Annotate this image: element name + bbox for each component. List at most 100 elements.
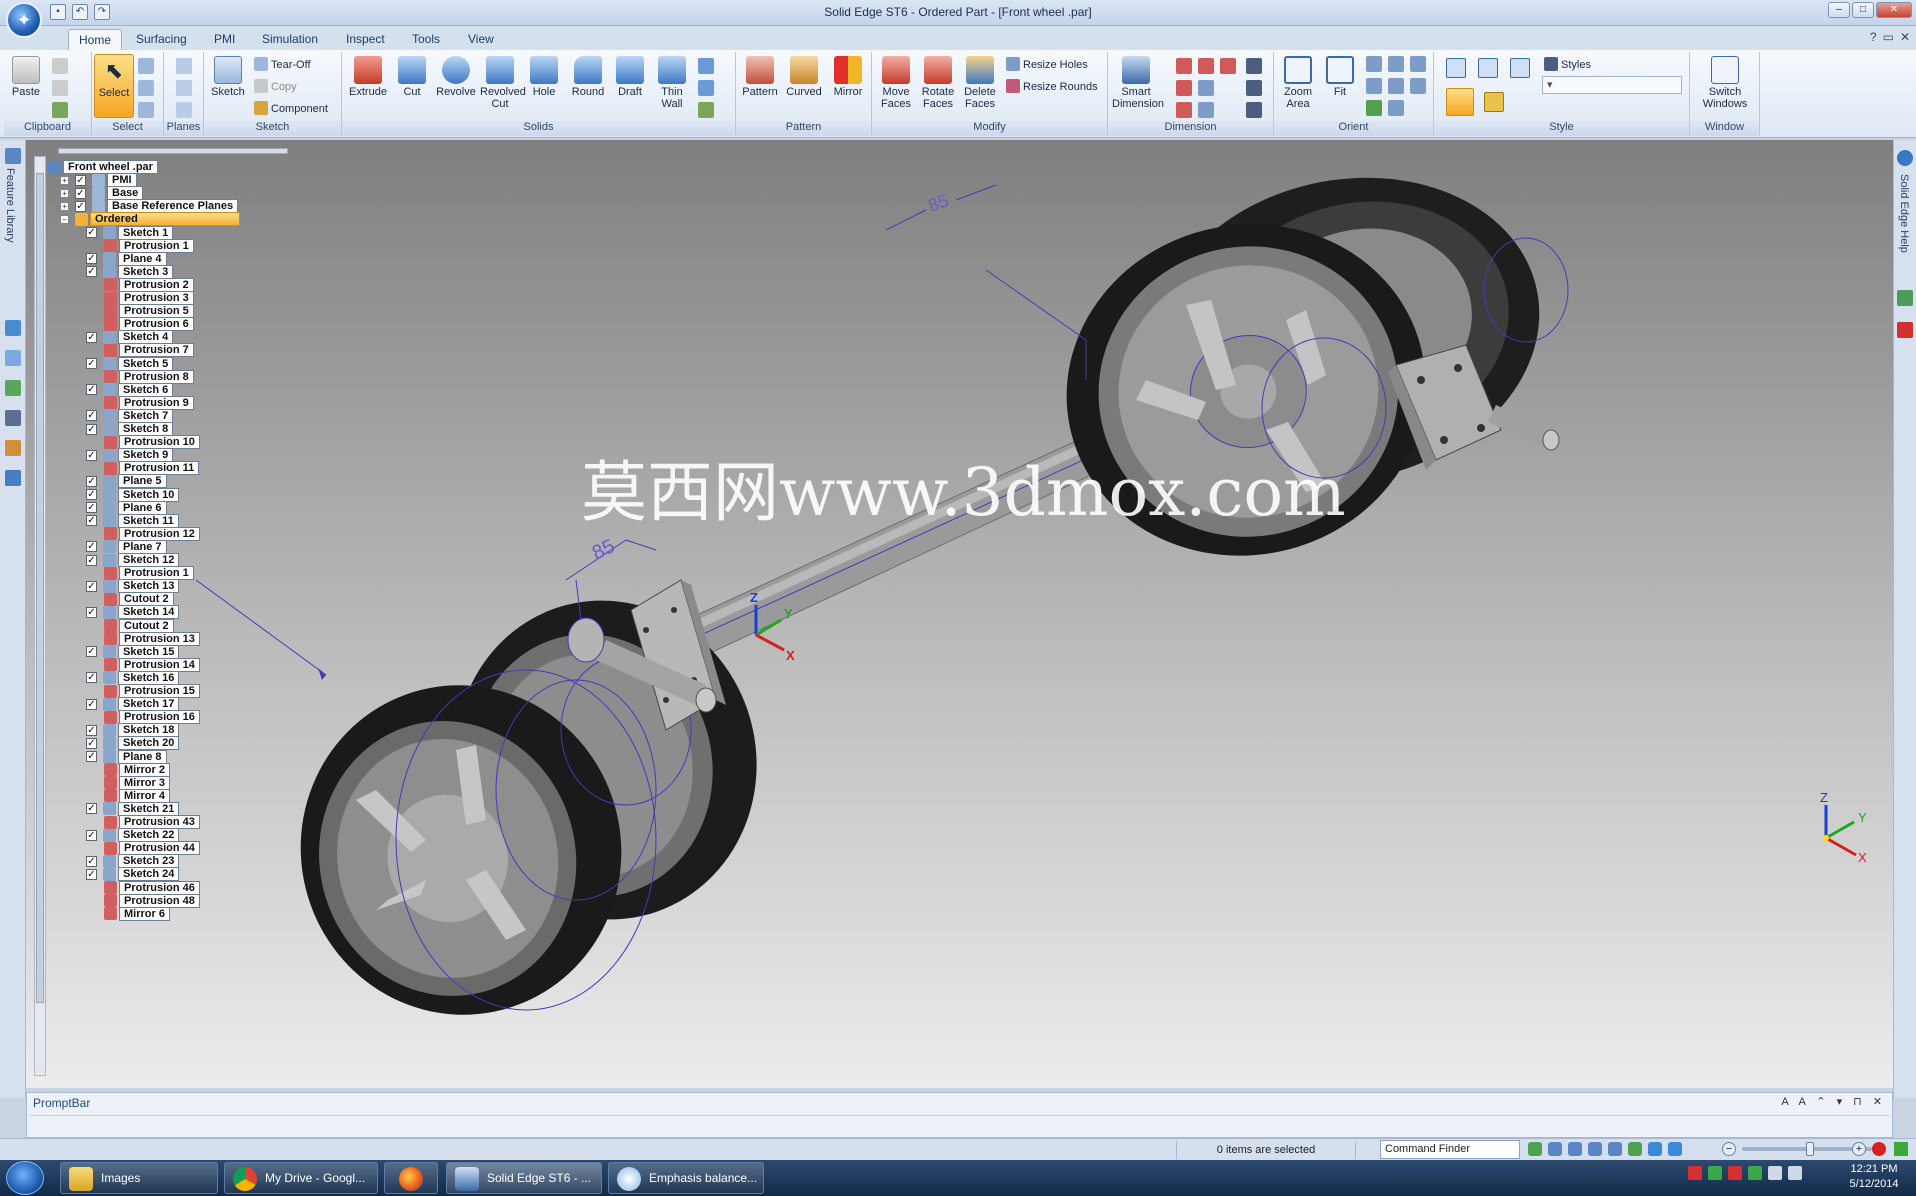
view-frame-icon[interactable] bbox=[1388, 100, 1404, 116]
cut-button[interactable]: Cut bbox=[392, 54, 432, 98]
tree-visibility-checkbox[interactable]: ✓ bbox=[86, 410, 97, 422]
taskbar-item-firefox[interactable] bbox=[384, 1162, 438, 1194]
tree-node[interactable]: ✓ Sketch 10 bbox=[86, 487, 180, 502]
tree-visibility-checkbox[interactable]: ✓ bbox=[86, 449, 97, 461]
plane-normal-icon[interactable] bbox=[176, 102, 192, 118]
refresh-view-icon[interactable] bbox=[1366, 100, 1382, 116]
tree-visibility-checkbox[interactable]: ✓ bbox=[86, 489, 97, 500]
cut-icon[interactable] bbox=[52, 58, 68, 74]
dimension-icon-4[interactable] bbox=[1176, 80, 1192, 96]
tree-node[interactable]: Protrusion 10 bbox=[104, 435, 200, 450]
tree-node[interactable]: Protrusion 8 bbox=[104, 369, 194, 384]
tree-expander-icon[interactable]: + bbox=[60, 201, 69, 211]
dimension-icon-3[interactable] bbox=[1220, 58, 1236, 74]
tree-visibility-checkbox[interactable]: ✓ bbox=[86, 855, 97, 867]
help-tab-icon[interactable] bbox=[1897, 150, 1913, 166]
tree-node[interactable]: ✓ Plane 7 bbox=[86, 539, 167, 554]
tree-node[interactable]: Mirror 2 bbox=[104, 762, 170, 777]
revolve-button[interactable]: Revolve bbox=[436, 54, 476, 98]
tab-pmi[interactable]: PMI bbox=[204, 29, 245, 50]
tree-node[interactable]: ✓ Sketch 18 bbox=[86, 723, 180, 738]
tree-node[interactable]: − Ordered bbox=[60, 212, 240, 227]
tree-node[interactable]: Protrusion 9 bbox=[104, 395, 194, 410]
tree-node[interactable]: Cutout 2 bbox=[104, 618, 174, 633]
tree-node[interactable]: Protrusion 48 bbox=[104, 893, 200, 908]
tray-flag-icon[interactable] bbox=[1728, 1166, 1742, 1180]
feature-library-tab[interactable]: Feature Library bbox=[4, 168, 16, 243]
tree-visibility-checkbox[interactable]: ✓ bbox=[75, 200, 86, 212]
tree-visibility-checkbox[interactable]: ✓ bbox=[75, 187, 86, 199]
feature-tab-icon[interactable] bbox=[5, 410, 21, 426]
select-filter-icon[interactable] bbox=[138, 80, 154, 96]
tree-scroll-thumb[interactable] bbox=[36, 173, 44, 1003]
command-finder-input[interactable]: Command Finder bbox=[1380, 1140, 1520, 1159]
tree-visibility-checkbox[interactable]: ✓ bbox=[86, 384, 97, 396]
tree-node[interactable]: ✓ Plane 6 bbox=[86, 500, 167, 515]
tree-visibility-checkbox[interactable]: ✓ bbox=[86, 724, 97, 736]
view-side-icon[interactable] bbox=[1510, 58, 1530, 78]
component-button[interactable]: Component bbox=[254, 100, 328, 118]
taskbar-item-chrome[interactable]: My Drive - Googl... bbox=[224, 1162, 378, 1194]
tree-node[interactable]: ✓ Sketch 20 bbox=[86, 736, 180, 751]
minimize-button[interactable]: – bbox=[1828, 2, 1850, 18]
select-button[interactable]: ⬉ Select bbox=[94, 54, 134, 118]
tree-node[interactable]: ✓ Sketch 8 bbox=[86, 422, 174, 436]
font-size-up-icon[interactable] bbox=[1246, 80, 1262, 96]
tree-node[interactable]: Protrusion 14 bbox=[104, 657, 200, 672]
tree-visibility-checkbox[interactable]: ✓ bbox=[86, 227, 97, 238]
tree-visibility-checkbox[interactable]: ✓ bbox=[86, 358, 97, 369]
sketch-button[interactable]: Sketch bbox=[208, 54, 248, 98]
taskbar-item-solid-edge[interactable]: Solid Edge ST6 - ... bbox=[446, 1162, 602, 1194]
tray-sync-icon[interactable] bbox=[1748, 1166, 1762, 1180]
tree-visibility-checkbox[interactable]: ✓ bbox=[86, 646, 97, 658]
youtube-icon[interactable] bbox=[1897, 322, 1913, 338]
paste-button[interactable]: Paste bbox=[6, 54, 46, 98]
dimension-text-icon[interactable] bbox=[1246, 58, 1262, 74]
copy-icon[interactable] bbox=[52, 80, 68, 96]
tree-node[interactable]: ✓ Plane 5 bbox=[86, 474, 167, 489]
dimension-icon-2[interactable] bbox=[1198, 58, 1214, 74]
tree-node[interactable]: Mirror 4 bbox=[104, 788, 170, 803]
family-parts-tab-icon[interactable] bbox=[5, 380, 21, 396]
pattern-button[interactable]: Pattern bbox=[740, 54, 780, 98]
view-extra-icon[interactable] bbox=[1410, 78, 1426, 94]
tree-node[interactable]: ✓ Sketch 6 bbox=[86, 382, 174, 397]
fit-button[interactable]: Fit bbox=[1320, 54, 1360, 98]
sensors-tab-icon[interactable] bbox=[5, 350, 21, 366]
tree-node[interactable]: Protrusion 16 bbox=[104, 710, 200, 725]
plane-angle-icon[interactable] bbox=[176, 80, 192, 96]
tree-node[interactable]: Protrusion 3 bbox=[104, 291, 194, 305]
tree-node[interactable]: ✓ Sketch 15 bbox=[86, 644, 180, 659]
tree-visibility-checkbox[interactable]: ✓ bbox=[86, 803, 97, 815]
solids-extra-icon-3[interactable] bbox=[698, 102, 714, 118]
shaded-edges-icon[interactable] bbox=[1484, 92, 1504, 112]
rotate-faces-button[interactable]: Rotate Faces bbox=[918, 54, 958, 110]
shading-status-icon[interactable] bbox=[1668, 1142, 1682, 1156]
tree-scrollbar[interactable] bbox=[34, 156, 46, 1076]
zoom-slider-knob[interactable] bbox=[1806, 1142, 1814, 1156]
tree-node[interactable]: Protrusion 46 bbox=[104, 880, 200, 895]
round-button[interactable]: Round bbox=[568, 54, 608, 98]
tree-node[interactable]: Mirror 3 bbox=[104, 775, 170, 790]
tree-visibility-checkbox[interactable]: ✓ bbox=[86, 253, 97, 265]
tree-visibility-checkbox[interactable]: ✓ bbox=[86, 580, 97, 592]
fit-status-icon[interactable] bbox=[1588, 1142, 1602, 1156]
tab-simulation[interactable]: Simulation bbox=[252, 29, 328, 50]
tree-node[interactable]: Protrusion 7 bbox=[104, 343, 194, 358]
tree-visibility-checkbox[interactable]: ✓ bbox=[86, 829, 97, 841]
layers-tab-icon[interactable] bbox=[5, 320, 21, 336]
tree-node[interactable]: Protrusion 2 bbox=[104, 277, 194, 292]
tree-visibility-checkbox[interactable]: ✓ bbox=[86, 554, 97, 566]
tree-node[interactable]: ✓ Sketch 7 bbox=[86, 408, 174, 423]
close-button[interactable]: ✕ bbox=[1876, 2, 1912, 18]
solids-extra-icon-2[interactable] bbox=[698, 80, 714, 96]
tree-visibility-checkbox[interactable]: ✓ bbox=[86, 672, 97, 684]
tree-node[interactable]: ✓ Sketch 4 bbox=[86, 330, 174, 345]
tab-inspect[interactable]: Inspect bbox=[336, 29, 395, 50]
view-iso-icon[interactable] bbox=[1446, 58, 1466, 78]
tree-node[interactable]: ✓ Sketch 24 bbox=[86, 867, 180, 882]
tree-node[interactable]: ✓ Sketch 21 bbox=[86, 801, 180, 816]
tree-node[interactable]: Protrusion 13 bbox=[104, 631, 200, 646]
curved-button[interactable]: Curved bbox=[784, 54, 824, 98]
draft-button[interactable]: Draft bbox=[610, 54, 650, 98]
